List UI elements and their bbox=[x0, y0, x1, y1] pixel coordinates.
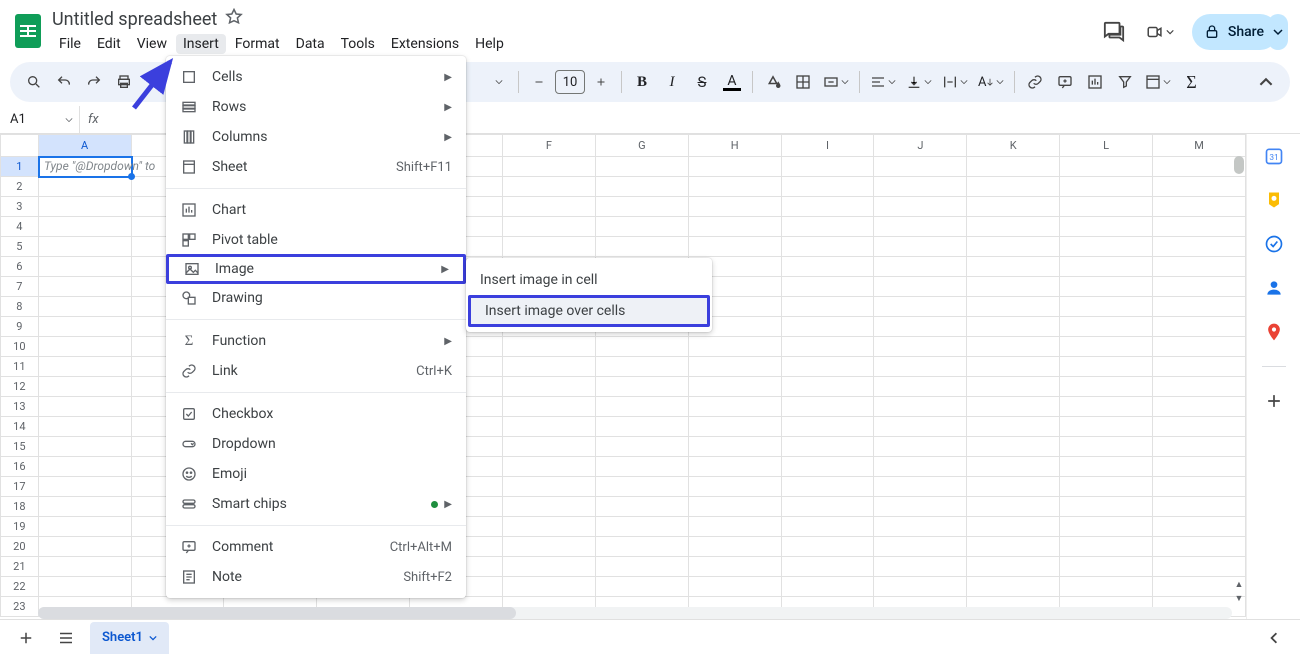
insert-menu-columns[interactable]: Columns▶ bbox=[166, 122, 466, 152]
fill-color-icon[interactable] bbox=[759, 67, 787, 97]
insert-menu-comment[interactable]: CommentCtrl+Alt+M bbox=[166, 532, 466, 562]
italic-icon[interactable]: I bbox=[658, 67, 686, 97]
tasks-icon[interactable] bbox=[1264, 234, 1284, 254]
cell-placeholder: Type "@Dropdown" to bbox=[44, 159, 155, 173]
horizontal-align-icon[interactable] bbox=[866, 67, 900, 97]
text-wrap-icon[interactable] bbox=[938, 67, 972, 97]
calendar-icon[interactable]: 31 bbox=[1264, 146, 1284, 166]
svg-text:31: 31 bbox=[1269, 153, 1278, 163]
menu-insert[interactable]: Insert bbox=[176, 34, 226, 54]
drawing-icon bbox=[180, 289, 198, 307]
menu-tools[interactable]: Tools bbox=[334, 34, 382, 54]
search-icon[interactable] bbox=[20, 67, 48, 97]
name-box[interactable]: A1 bbox=[0, 106, 80, 133]
columns-icon bbox=[180, 128, 198, 146]
pivot-icon bbox=[180, 231, 198, 249]
note-icon bbox=[180, 568, 198, 586]
redo-icon[interactable] bbox=[80, 67, 108, 97]
undo-icon[interactable] bbox=[50, 67, 78, 97]
vertical-scrollbar[interactable]: ▲ ▼ bbox=[1232, 156, 1246, 607]
keep-icon[interactable] bbox=[1264, 190, 1284, 210]
insert-menu-cells[interactable]: Cells▶ bbox=[166, 62, 466, 92]
add-addon-icon[interactable] bbox=[1264, 391, 1284, 411]
insert-menu-chart[interactable]: Chart bbox=[166, 195, 466, 225]
increase-font-size[interactable] bbox=[587, 67, 615, 97]
insert-menu-dropdown: Cells▶Rows▶Columns▶SheetShift+F11 ChartPi… bbox=[166, 56, 466, 598]
insert-menu-pivot-table[interactable]: Pivot table bbox=[166, 225, 466, 255]
borders-icon[interactable] bbox=[789, 67, 817, 97]
insert-menu-note[interactable]: NoteShift+F2 bbox=[166, 562, 466, 592]
all-sheets-button[interactable] bbox=[50, 623, 82, 653]
decrease-font-size[interactable] bbox=[525, 67, 553, 97]
menu-extensions[interactable]: Extensions bbox=[384, 34, 466, 54]
menu-format[interactable]: Format bbox=[228, 34, 287, 54]
sheets-logo[interactable] bbox=[8, 6, 48, 56]
insert-comment-icon[interactable] bbox=[1051, 67, 1079, 97]
insert-chart-icon[interactable] bbox=[1081, 67, 1109, 97]
insert-menu-sheet[interactable]: SheetShift+F11 bbox=[166, 152, 466, 182]
fx-icon: fx bbox=[80, 112, 107, 127]
contacts-icon[interactable] bbox=[1264, 278, 1284, 298]
chips-icon bbox=[180, 495, 198, 513]
checkbox-icon bbox=[180, 405, 198, 423]
document-title[interactable]: Untitled spreadsheet bbox=[52, 9, 217, 30]
insert-menu-image[interactable]: Image▶ bbox=[166, 254, 466, 284]
image-submenu-insert-image-in-cell[interactable]: Insert image in cell bbox=[466, 264, 712, 296]
menu-view[interactable]: View bbox=[130, 34, 174, 54]
filter-icon[interactable] bbox=[1111, 67, 1139, 97]
share-button[interactable]: Share bbox=[1192, 14, 1278, 50]
comments-history-icon[interactable] bbox=[1100, 18, 1128, 46]
insert-menu-rows[interactable]: Rows▶ bbox=[166, 92, 466, 122]
vertical-align-icon[interactable] bbox=[902, 67, 936, 97]
functions-icon[interactable]: Σ bbox=[1177, 67, 1205, 97]
insert-menu-emoji[interactable]: Emoji bbox=[166, 459, 466, 489]
chart-icon bbox=[180, 201, 198, 219]
horizontal-scrollbar[interactable] bbox=[38, 607, 1232, 619]
emoji-icon bbox=[180, 465, 198, 483]
menu-help[interactable]: Help bbox=[468, 34, 511, 54]
filter-views-icon[interactable] bbox=[1141, 67, 1175, 97]
bold-icon[interactable]: B bbox=[628, 67, 656, 97]
strikethrough-icon[interactable]: S bbox=[688, 67, 716, 97]
dropdown-icon bbox=[180, 435, 198, 453]
maps-icon[interactable] bbox=[1264, 322, 1284, 342]
menu-data[interactable]: Data bbox=[289, 34, 332, 54]
explore-sidebar-toggle[interactable] bbox=[1258, 623, 1290, 653]
star-icon[interactable] bbox=[225, 8, 243, 30]
menu-edit[interactable]: Edit bbox=[90, 34, 128, 54]
insert-menu-link[interactable]: LinkCtrl+K bbox=[166, 356, 466, 386]
paint-format-icon[interactable] bbox=[140, 67, 168, 97]
image-submenu: Insert image in cellInsert image over ce… bbox=[466, 258, 712, 332]
rows-icon bbox=[180, 98, 198, 116]
sheet-tab[interactable]: Sheet1 bbox=[90, 622, 169, 654]
link-icon bbox=[180, 362, 198, 380]
font-dropdown[interactable] bbox=[484, 67, 512, 97]
insert-menu-smart-chips[interactable]: Smart chips▶ bbox=[166, 489, 466, 519]
comment-icon bbox=[180, 538, 198, 556]
share-label: Share bbox=[1228, 24, 1264, 40]
sheet-icon bbox=[180, 158, 198, 176]
insert-menu-drawing[interactable]: Drawing bbox=[166, 283, 466, 313]
meet-button[interactable] bbox=[1146, 18, 1174, 46]
menu-file[interactable]: File bbox=[52, 34, 88, 54]
text-color-icon[interactable]: A bbox=[718, 67, 746, 97]
insert-menu-checkbox[interactable]: Checkbox bbox=[166, 399, 466, 429]
font-size-input[interactable]: 10 bbox=[555, 70, 585, 94]
insert-menu-dropdown[interactable]: Dropdown bbox=[166, 429, 466, 459]
share-dropdown[interactable] bbox=[1268, 14, 1288, 50]
add-sheet-button[interactable] bbox=[10, 623, 42, 653]
function-icon: Σ bbox=[180, 332, 198, 350]
insert-link-icon[interactable] bbox=[1021, 67, 1049, 97]
image-submenu-insert-image-over-cells[interactable]: Insert image over cells bbox=[468, 295, 710, 327]
cells-icon bbox=[180, 68, 198, 86]
merge-cells-icon[interactable] bbox=[819, 67, 853, 97]
image-icon bbox=[183, 260, 201, 278]
print-icon[interactable] bbox=[110, 67, 138, 97]
side-panel: 31 bbox=[1246, 134, 1300, 619]
insert-menu-function[interactable]: ΣFunction▶ bbox=[166, 326, 466, 356]
collapse-toolbar-icon[interactable] bbox=[1252, 67, 1280, 97]
text-rotation-icon[interactable]: A bbox=[974, 67, 1008, 97]
